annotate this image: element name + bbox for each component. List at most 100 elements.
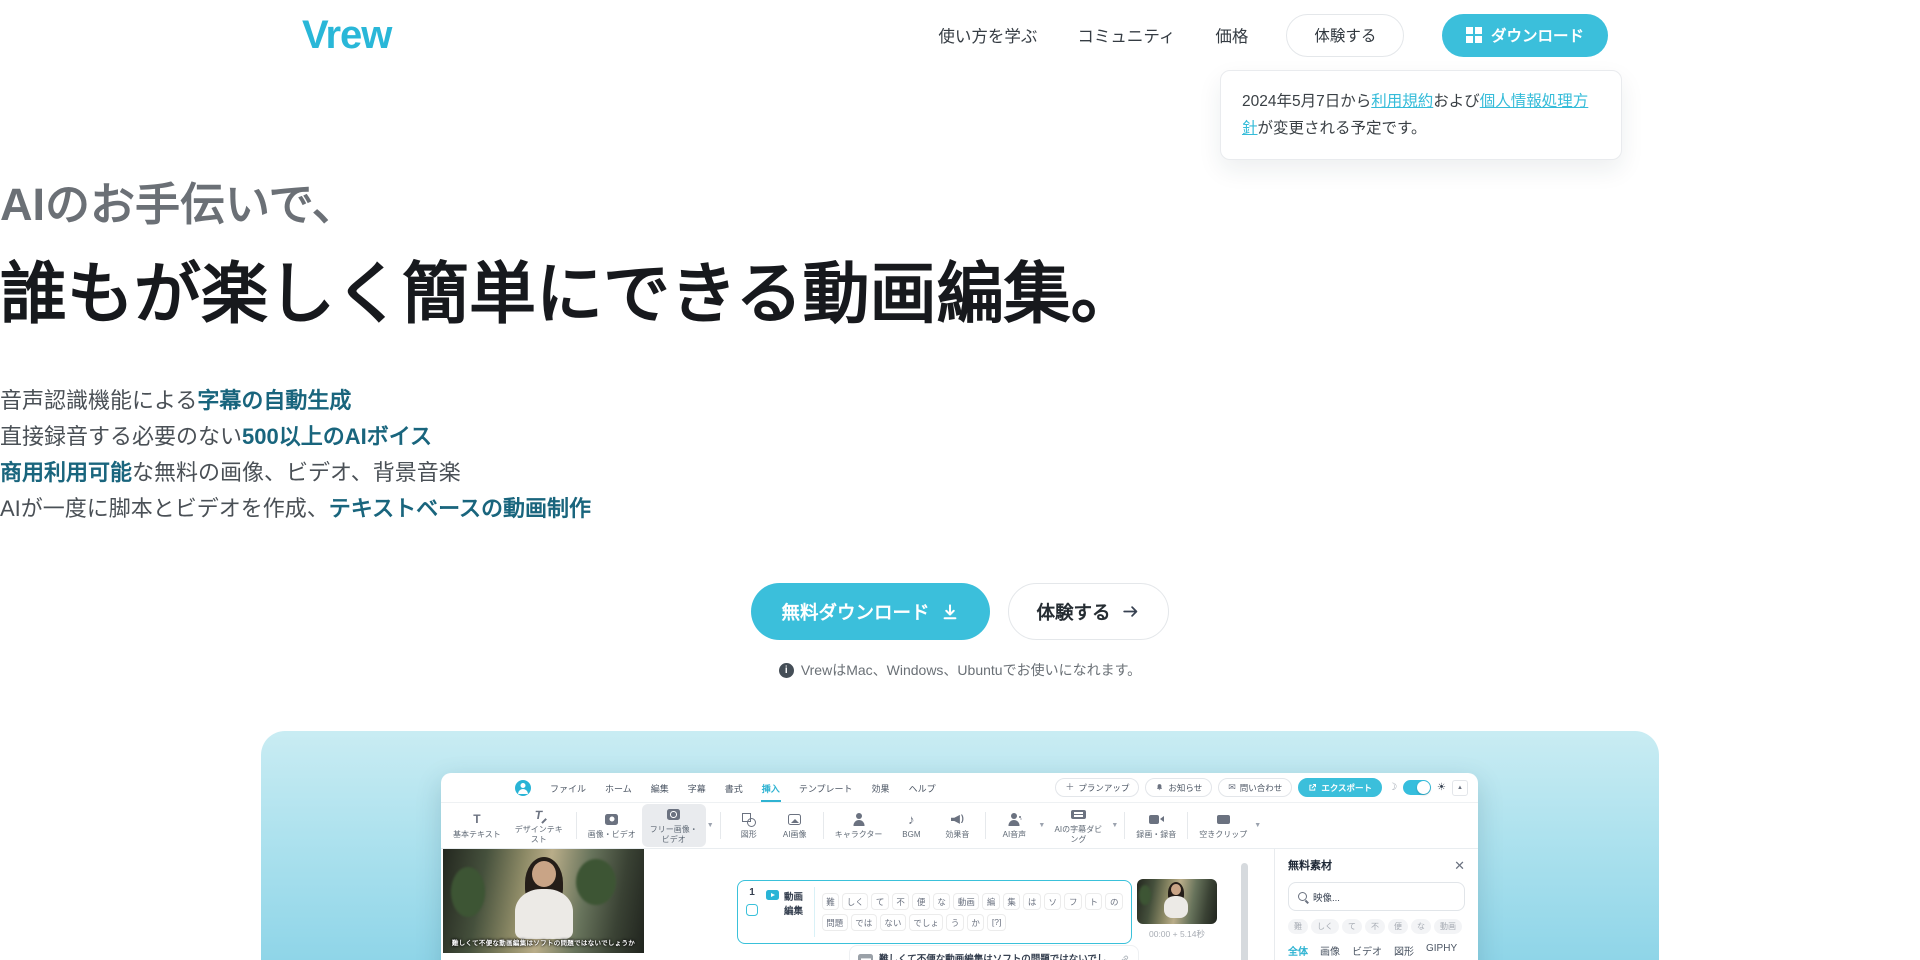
word-token[interactable]: 問題 xyxy=(822,914,848,931)
word-token[interactable]: の xyxy=(1105,893,1123,910)
download-icon xyxy=(940,602,960,622)
try-label: 体験する xyxy=(1037,599,1111,625)
app-menu-item[interactable]: 字幕 xyxy=(687,773,707,802)
word-token[interactable]: ソ xyxy=(1044,893,1062,910)
word-token[interactable]: フ xyxy=(1064,893,1082,910)
subtitle-row[interactable]: 難しくて不便な動画編集はソフトの問題ではないでしょ xyxy=(849,945,1139,960)
nav-link[interactable]: 使い方を学ぶ xyxy=(938,23,1037,47)
contact-button[interactable]: ✉ 問い合わせ xyxy=(1218,778,1292,797)
windows-icon xyxy=(1466,27,1482,43)
clip-row[interactable]: 1 動画編集 難しくて不便な動画編集はソフトの 問題ではないでしょうか[?] xyxy=(737,880,1132,944)
collapse-button[interactable]: ▲ xyxy=(1452,780,1468,796)
export-button[interactable]: エクスポート xyxy=(1298,778,1382,797)
export-icon xyxy=(1308,783,1317,792)
toolbar-item[interactable]: AIの字幕ダビング xyxy=(1046,804,1110,846)
toolbar-item[interactable]: BGM xyxy=(888,809,934,842)
keyword-chip[interactable]: て xyxy=(1342,919,1362,934)
link-icon[interactable] xyxy=(1119,954,1130,960)
app-menu-item[interactable]: ホーム xyxy=(604,773,633,802)
asset-tab[interactable]: ビデオ xyxy=(1352,943,1382,960)
clip-thumbnail[interactable] xyxy=(1137,879,1217,924)
word-token[interactable]: 便 xyxy=(912,893,930,910)
app-menu-item[interactable]: 効果 xyxy=(871,773,891,802)
toolbar-label: フリー画像・ビデオ xyxy=(648,825,700,843)
word-token[interactable]: しく xyxy=(842,893,868,910)
keyword-chip[interactable]: 難 xyxy=(1288,919,1308,934)
app-menu-item[interactable]: ヘルプ xyxy=(908,773,937,802)
chevron-down-icon[interactable]: ▼ xyxy=(707,822,714,829)
vertical-scrollbar[interactable] xyxy=(1241,863,1248,960)
toolbar-item[interactable]: 画像・ビデオ xyxy=(582,809,642,842)
asset-search-box[interactable] xyxy=(1288,882,1465,911)
word-token[interactable]: [?] xyxy=(987,914,1005,931)
toolbar-item[interactable]: デザインテキスト xyxy=(507,804,571,846)
word-token[interactable]: 動画 xyxy=(953,893,979,910)
toolbar-group: AIの字幕ダビング ▼ xyxy=(1046,804,1130,846)
clip-label: 動画編集 xyxy=(766,887,806,937)
app-menu-item[interactable]: 編集 xyxy=(650,773,670,802)
keyword-chip[interactable]: 不 xyxy=(1365,919,1385,934)
toolbar-group: 基本テキスト xyxy=(447,809,507,842)
word-token[interactable]: 集 xyxy=(1003,893,1021,910)
asset-search-input[interactable] xyxy=(1313,891,1433,902)
word-token[interactable]: う xyxy=(946,914,964,931)
close-icon[interactable]: ✕ xyxy=(1454,859,1465,872)
clip-checkbox[interactable] xyxy=(746,904,758,916)
word-token[interactable]: て xyxy=(871,893,889,910)
toolbar-item[interactable]: AI画像 xyxy=(772,809,818,842)
toolbar-item[interactable]: 空きクリップ xyxy=(1193,809,1253,842)
app-menu-item[interactable]: ファイル xyxy=(549,773,587,802)
cta-row: 無料ダウンロード 体験する xyxy=(0,583,1920,640)
word-token[interactable]: ない xyxy=(880,914,906,931)
app-menu-item[interactable]: 書式 xyxy=(724,773,744,802)
chevron-down-icon[interactable]: ▼ xyxy=(1038,822,1045,829)
word-token[interactable]: ト xyxy=(1085,893,1103,910)
word-token[interactable]: 不 xyxy=(892,893,910,910)
free-download-button[interactable]: 無料ダウンロード xyxy=(751,583,989,640)
plan-up-button[interactable]: ＋ プランアップ xyxy=(1055,778,1139,797)
contact-label: 問い合わせ xyxy=(1240,782,1283,794)
asset-tab[interactable]: 画像 xyxy=(1320,943,1340,960)
chevron-down-icon[interactable]: ▼ xyxy=(1254,822,1261,829)
word-token[interactable]: な xyxy=(933,893,951,910)
toolbar-item[interactable]: AI音声 xyxy=(991,809,1037,842)
vrew-logo[interactable]: Vrew xyxy=(302,13,391,58)
keyword-chip[interactable]: 便 xyxy=(1388,919,1408,934)
app-menu-item[interactable]: 挿入 xyxy=(761,773,781,802)
toolbar-item[interactable]: 録画・録音 xyxy=(1130,809,1182,842)
asset-tab[interactable]: GIPHY xyxy=(1426,943,1457,960)
word-token[interactable]: 編 xyxy=(982,893,1000,910)
word-token[interactable]: でしょ xyxy=(909,914,944,931)
word-token[interactable]: か xyxy=(967,914,985,931)
vrew-landing-page: Vrew 使い方を学ぶ コミュニティ 価格 体験する ダウンロード 2024年5… xyxy=(0,0,1920,960)
keyword-chip[interactable]: 動画 xyxy=(1434,919,1462,934)
word-token[interactable]: では xyxy=(851,914,877,931)
toolbar-item[interactable]: 基本テキスト xyxy=(447,809,507,842)
theme-toggle[interactable] xyxy=(1403,780,1431,795)
notice-text: が変更される予定です。 xyxy=(1258,120,1427,137)
keyword-chip[interactable]: な xyxy=(1411,919,1431,934)
toolbar-item[interactable]: 効果音 xyxy=(934,809,980,842)
asset-tab[interactable]: 図形 xyxy=(1394,943,1414,960)
header-try-button[interactable]: 体験する xyxy=(1286,14,1404,57)
news-button[interactable]: お知らせ xyxy=(1145,778,1212,797)
word-token[interactable]: は xyxy=(1023,893,1041,910)
toolbar-icon xyxy=(604,812,619,827)
nav-link[interactable]: 価格 xyxy=(1215,23,1248,47)
user-avatar[interactable] xyxy=(515,780,531,796)
keyword-chip[interactable]: しく xyxy=(1311,919,1339,934)
try-button[interactable]: 体験する xyxy=(1008,583,1169,640)
chevron-down-icon[interactable]: ▼ xyxy=(1111,822,1118,829)
toolbar-item[interactable]: フリー画像・ビデオ xyxy=(642,804,706,846)
terms-link[interactable]: 利用規約 xyxy=(1371,93,1433,110)
toolbar-icon xyxy=(1216,812,1231,827)
app-menu-item[interactable]: テンプレート xyxy=(798,773,854,802)
word-token[interactable]: 難 xyxy=(822,893,840,910)
asset-tab[interactable]: 全体 xyxy=(1288,943,1308,960)
toolbar-item[interactable]: キャラクター xyxy=(829,809,889,842)
nav-link[interactable]: コミュニティ xyxy=(1077,23,1175,47)
header-download-button[interactable]: ダウンロード xyxy=(1442,14,1608,57)
video-preview[interactable]: 難しくて不便な動画編集はソフトの問題ではないでしょうか xyxy=(443,849,644,953)
platforms-note-text: VrewはMac、Windows、Ubuntuでお使いになれます。 xyxy=(801,660,1141,680)
toolbar-item[interactable]: 図形 xyxy=(726,809,772,842)
